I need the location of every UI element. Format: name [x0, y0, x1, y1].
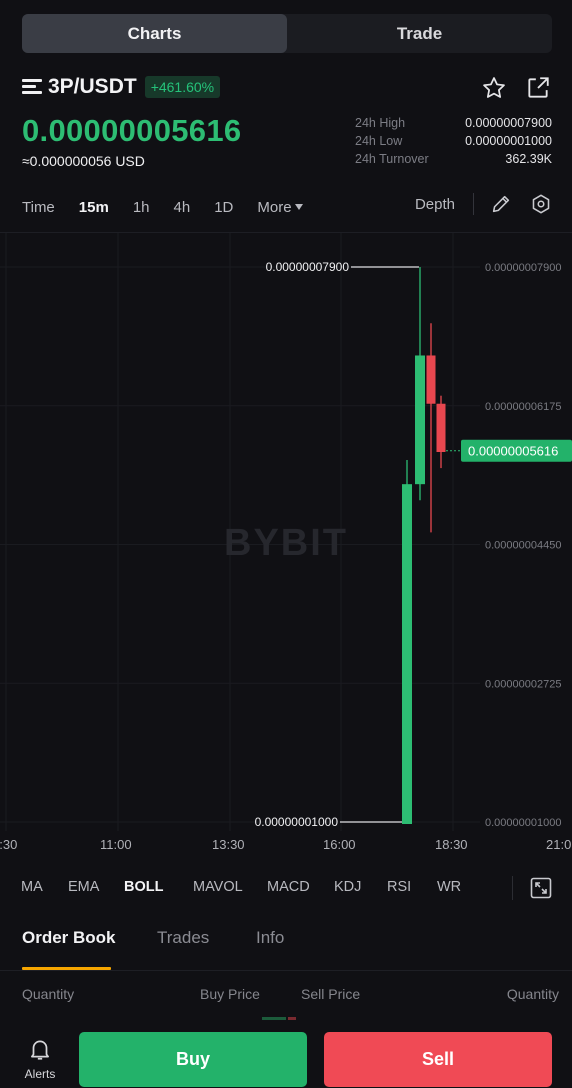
depth-button[interactable]: Depth	[415, 196, 455, 213]
timeframe-time[interactable]: Time	[22, 199, 55, 216]
tab-trade[interactable]: Trade	[287, 14, 552, 53]
bybit-watermark: BYBIT	[224, 522, 348, 564]
low-marker-label: 0.00000001000	[255, 815, 339, 829]
timeframe-more[interactable]: More	[257, 198, 303, 216]
indicator-kdj[interactable]: KDJ	[334, 879, 361, 895]
timeframe-bar: Time 15m 1h 4h 1D More Depth	[22, 193, 552, 218]
indicator-boll[interactable]: BOLL	[124, 879, 163, 895]
stat-value: 0.00000001000	[465, 134, 552, 148]
more-label: More	[257, 198, 292, 216]
stat-row: 24h Turnover 362.39K	[355, 152, 552, 170]
caret-down-icon	[294, 204, 303, 210]
tab-trades[interactable]: Trades	[157, 928, 209, 948]
active-tab-indicator	[22, 967, 111, 970]
buy-button[interactable]: Buy	[79, 1032, 307, 1087]
pencil-icon[interactable]	[490, 193, 512, 215]
high-marker-label: 0.00000007900	[266, 260, 350, 274]
y-tick-label: 0.00000006175	[485, 401, 561, 413]
pair-header: 3P/USDT +461.60%	[22, 72, 552, 102]
x-tick-label: 18:30	[435, 837, 468, 852]
candle-body	[426, 355, 436, 404]
candle-body	[402, 822, 412, 824]
divider	[473, 193, 474, 215]
list-icon[interactable]	[22, 78, 42, 96]
tab-order-book[interactable]: Order Book	[22, 928, 116, 948]
timeframe-15m[interactable]: 15m	[79, 199, 109, 216]
x-tick-label: 21:0	[546, 837, 571, 852]
x-tick-label: 16:00	[323, 837, 356, 852]
alerts-button[interactable]: Alerts	[20, 1036, 60, 1081]
indicator-ema[interactable]: EMA	[68, 879, 99, 895]
indicator-macd[interactable]: MACD	[267, 879, 310, 895]
stat-label: 24h Low	[355, 134, 403, 148]
usd-price: ≈0.000000056 USD	[22, 153, 145, 169]
sell-ratio	[288, 1017, 296, 1020]
divider	[512, 876, 513, 900]
bottom-action-bar: Alerts Buy Sell	[0, 1024, 572, 1088]
stat-label: 24h High	[355, 116, 406, 130]
tab-charts[interactable]: Charts	[22, 14, 287, 53]
stat-row: 24h High 0.00000007900	[355, 116, 552, 134]
sell-button[interactable]: Sell	[324, 1032, 552, 1087]
candle-body	[415, 355, 425, 485]
y-tick-label: 0.00000007900	[485, 262, 561, 274]
indicator-rsi[interactable]: RSI	[387, 879, 411, 895]
candlestick-chart[interactable]: 0.00000007900 0.00000006175 0.00000004450 0…	[0, 232, 572, 860]
buy-ratio	[262, 1017, 286, 1020]
timeframe-1h[interactable]: 1h	[133, 199, 150, 216]
column-quantity: Quantity	[22, 986, 75, 1002]
x-tick-label: 8:30	[0, 837, 17, 852]
pair-name[interactable]: 3P/USDT	[48, 75, 137, 99]
indicator-bar: MA EMA BOLL MAVOL MACD KDJ RSI WR	[0, 876, 572, 900]
orderbook-tabs: Order Book Trades Info	[0, 925, 572, 971]
x-tick-label: 11:00	[100, 837, 132, 852]
y-tick-label: 0.00000004450	[485, 540, 561, 552]
indicator-mavol[interactable]: MAVOL	[193, 879, 243, 895]
expand-icon[interactable]	[529, 876, 553, 900]
chart-canvas[interactable]: 0.00000007900 0.00000006175 0.00000004450 0…	[0, 233, 572, 861]
y-tick-label: 0.00000001000	[485, 817, 561, 829]
star-icon[interactable]	[480, 74, 508, 102]
view-switcher: Charts Trade	[22, 14, 552, 53]
buy-sell-ratio-bar	[262, 1017, 296, 1020]
current-price-label: 0.00000005616	[468, 444, 558, 459]
stats-panel: 24h High 0.00000007900 24h Low 0.0000000…	[355, 116, 552, 170]
tab-info[interactable]: Info	[256, 928, 284, 948]
column-sell-price: Sell Price	[301, 986, 361, 1002]
timeframe-1d[interactable]: 1D	[214, 199, 233, 216]
column-buy-price: Buy Price	[200, 986, 260, 1002]
orderbook-header: Quantity Buy Price Sell Price Quantity	[0, 986, 572, 1006]
stat-label: 24h Turnover	[355, 152, 429, 166]
last-price: 0.00000005616	[22, 113, 242, 148]
bell-icon	[31, 1040, 49, 1060]
timeframe-4h[interactable]: 4h	[174, 199, 191, 216]
column-quantity: Quantity	[506, 986, 559, 1002]
share-icon[interactable]	[524, 74, 552, 102]
stat-value: 362.39K	[505, 152, 552, 166]
alerts-label: Alerts	[24, 1067, 56, 1081]
x-tick-label: 13:30	[212, 837, 245, 852]
stat-row: 24h Low 0.00000001000	[355, 134, 552, 152]
indicator-ma[interactable]: MA	[21, 879, 43, 895]
stat-value: 0.00000007900	[465, 116, 552, 130]
hexagon-settings-icon[interactable]	[530, 193, 552, 215]
y-tick-label: 0.00000002725	[485, 678, 561, 690]
candle-body	[402, 484, 412, 822]
candle-body	[436, 403, 446, 452]
change-badge: +461.60%	[144, 76, 221, 98]
indicator-wr[interactable]: WR	[437, 879, 461, 895]
